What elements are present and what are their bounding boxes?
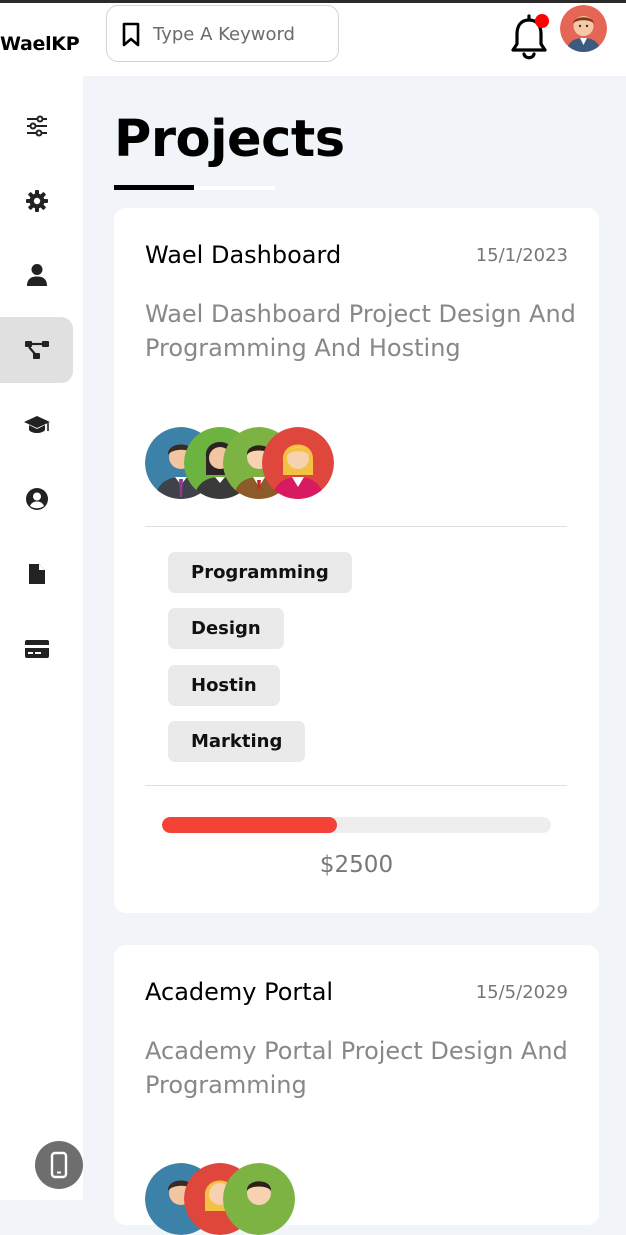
project-description: Wael Dashboard Project Design And Progra… xyxy=(145,300,576,362)
sidebar-item-courses[interactable] xyxy=(0,392,73,458)
card-divider xyxy=(145,785,567,786)
mobile-icon xyxy=(50,1151,68,1179)
project-title: Academy Portal xyxy=(145,978,334,1006)
graduation-cap-icon xyxy=(23,416,50,433)
sidebar-item-files[interactable] xyxy=(0,541,73,607)
user-circle-icon xyxy=(25,488,48,510)
sidebar xyxy=(0,76,83,1200)
notifications-button[interactable] xyxy=(508,13,552,61)
team-avatars xyxy=(145,1163,365,1235)
project-title: Wael Dashboard xyxy=(145,241,342,269)
sliders-icon xyxy=(26,115,47,137)
search-box[interactable] xyxy=(106,5,339,62)
file-icon xyxy=(28,564,45,584)
notification-dot xyxy=(535,14,549,28)
project-tag[interactable]: Design xyxy=(168,608,284,649)
project-progress-bar xyxy=(162,817,551,833)
sidebar-item-sliders[interactable] xyxy=(0,93,73,159)
sidebar-item-friends[interactable] xyxy=(0,466,73,532)
project-diagram-icon xyxy=(24,341,49,359)
sidebar-item-profile[interactable] xyxy=(0,242,73,308)
brand-name: WaelKP xyxy=(0,33,80,55)
team-member-avatar[interactable] xyxy=(262,427,334,499)
sidebar-item-plans[interactable] xyxy=(0,616,73,682)
mobile-view-button[interactable] xyxy=(35,1141,83,1189)
bookmark-icon xyxy=(122,22,140,47)
sidebar-item-settings[interactable] xyxy=(0,168,73,234)
sidebar-item-projects[interactable] xyxy=(0,317,73,383)
card-divider xyxy=(145,526,567,527)
project-price: $2500 xyxy=(319,852,394,878)
team-member-avatar[interactable] xyxy=(223,1163,295,1235)
page-title: Projects xyxy=(114,110,345,169)
project-tag[interactable]: Programming xyxy=(168,552,352,593)
project-date: 15/5/2029 xyxy=(475,982,568,1003)
top-header: WaelKP xyxy=(0,3,626,76)
project-card: Academy Portal 15/5/2029 Academy Portal … xyxy=(114,945,599,1235)
gear-icon xyxy=(25,190,48,212)
project-tag[interactable]: Hostin xyxy=(168,665,280,706)
project-card: Wael Dashboard 15/1/2023 Wael Dashboard … xyxy=(114,208,599,913)
user-avatar[interactable] xyxy=(560,5,607,52)
credit-card-icon xyxy=(24,640,49,658)
search-input[interactable] xyxy=(153,18,333,50)
project-progress-fill xyxy=(162,817,338,833)
project-tag[interactable]: Markting xyxy=(168,721,306,762)
project-description: Academy Portal Project Design And Progra… xyxy=(145,1037,568,1099)
team-avatars xyxy=(145,427,365,499)
title-underline xyxy=(114,185,275,190)
user-icon xyxy=(26,264,47,286)
project-date: 15/1/2023 xyxy=(475,245,568,266)
